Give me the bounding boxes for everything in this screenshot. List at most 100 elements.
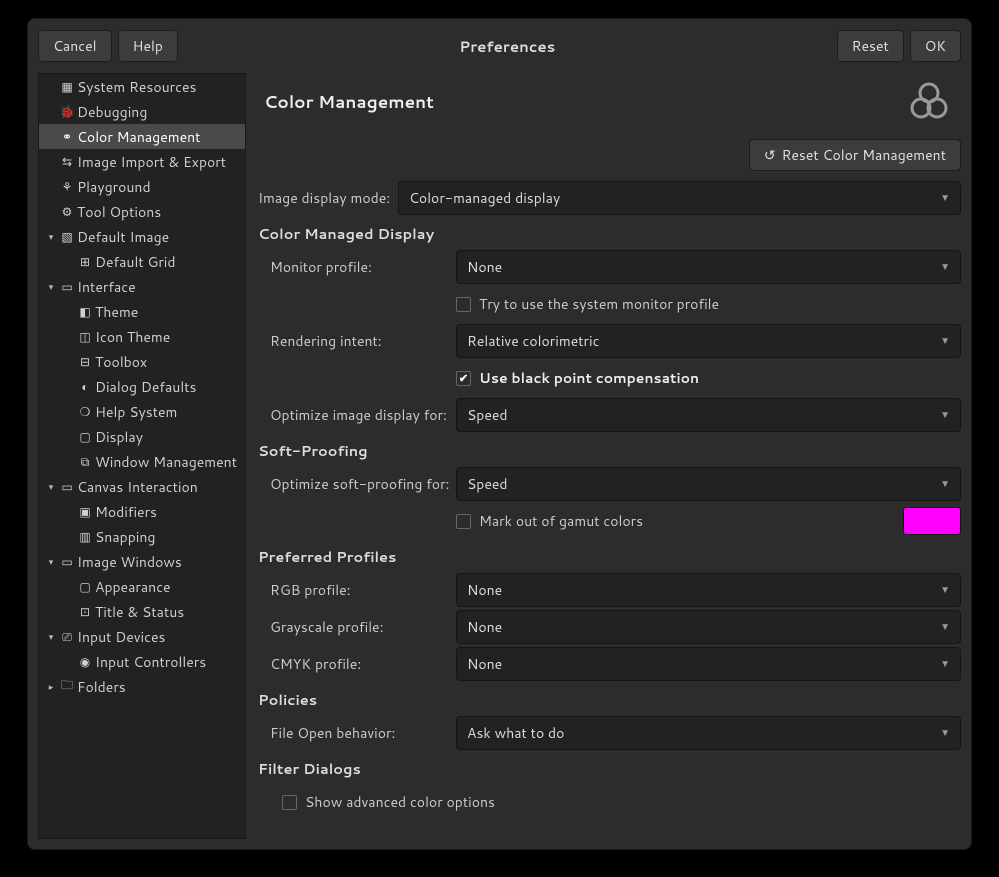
rgb-profile-value: None (467, 580, 502, 600)
sidebar-item-canvas-interaction[interactable]: ▾▭Canvas Interaction (39, 474, 245, 499)
image-display-mode-value: Color-managed display (409, 188, 560, 208)
reset-button[interactable]: Reset (837, 30, 904, 62)
main-panel: Color Management ↺ Reset Color Managemen… (258, 73, 961, 839)
sidebar-item-help-system[interactable]: ❍Help System (39, 399, 245, 424)
sidebar-item-label: Title & Status (95, 602, 184, 622)
sidebar-item-playground[interactable]: ⚘Playground (39, 174, 245, 199)
sidebar-item-interface[interactable]: ▾▭Interface (39, 274, 245, 299)
sidebar-item-dialog-defaults[interactable]: ◐Dialog Defaults (39, 374, 245, 399)
tree-item-icon: ⧉ (77, 453, 93, 470)
optimize-display-value: Speed (467, 405, 508, 425)
chevron-down-icon: ▼ (940, 620, 950, 634)
gray-profile-select[interactable]: None ▼ (456, 610, 961, 644)
expand-icon[interactable]: ▸ (43, 680, 59, 693)
show-advanced-row: Show advanced color options (258, 785, 961, 819)
monitor-profile-label: Monitor profile: (270, 257, 456, 277)
tree-item-icon: ▢ (77, 428, 93, 445)
sidebar-item-label: Default Grid (95, 252, 176, 272)
sidebar-item-default-image[interactable]: ▾▧Default Image (39, 224, 245, 249)
chevron-down-icon: ▼ (940, 408, 950, 422)
sidebar-item-image-windows[interactable]: ▾▭Image Windows (39, 549, 245, 574)
monitor-profile-select[interactable]: None ▼ (456, 250, 961, 284)
show-advanced-checkbox[interactable] (282, 795, 297, 810)
tree-item-icon: ⊡ (77, 603, 93, 620)
sidebar-item-label: Toolbox (95, 352, 147, 372)
tree-item-icon: ◐ (77, 378, 93, 395)
cmyk-profile-select[interactable]: None ▼ (456, 647, 961, 681)
sidebar-item-icon-theme[interactable]: ◫Icon Theme (39, 324, 245, 349)
help-button[interactable]: Help (118, 30, 178, 62)
file-open-label: File Open behavior: (270, 723, 456, 743)
sidebar-item-label: Canvas Interaction (77, 477, 198, 497)
collapse-icon[interactable]: ▾ (43, 230, 59, 243)
sidebar-item-input-controllers[interactable]: ◉Input Controllers (39, 649, 245, 674)
tree-item-icon: ▥ (77, 528, 93, 545)
sidebar-item-title-status[interactable]: ⊡Title & Status (39, 599, 245, 624)
mark-gamut-checkbox[interactable] (456, 514, 471, 529)
sidebar-item-system-resources[interactable]: ▦System Resources (39, 74, 245, 99)
collapse-icon[interactable]: ▾ (43, 280, 59, 293)
rgb-profile-select[interactable]: None ▼ (456, 573, 961, 607)
tree-item-icon: ⚘ (59, 178, 75, 195)
sidebar-item-input-devices[interactable]: ▾⎚Input Devices (39, 624, 245, 649)
sidebar-item-snapping[interactable]: ▥Snapping (39, 524, 245, 549)
sidebar[interactable]: ▦System Resources🐞Debugging⚭Color Manage… (38, 73, 246, 839)
tree-item-icon: 🐞 (59, 103, 75, 120)
chevron-down-icon: ▼ (940, 334, 950, 348)
tree-item-icon: ▧ (59, 228, 75, 245)
try-system-profile-row: Try to use the system monitor profile (258, 287, 961, 321)
sidebar-item-display[interactable]: ▢Display (39, 424, 245, 449)
black-point-checkbox[interactable] (456, 371, 471, 386)
sidebar-item-theme[interactable]: ◧Theme (39, 299, 245, 324)
try-system-profile-checkbox[interactable] (456, 297, 471, 312)
sidebar-item-toolbox[interactable]: ⊟Toolbox (39, 349, 245, 374)
optimize-soft-select[interactable]: Speed ▼ (456, 467, 961, 501)
tree-item-icon: ❍ (77, 403, 93, 420)
rgb-profile-row: RGB profile: None ▼ (258, 573, 961, 607)
sidebar-item-debugging[interactable]: 🐞Debugging (39, 99, 245, 124)
sidebar-item-modifiers[interactable]: ▣Modifiers (39, 499, 245, 524)
sidebar-item-default-grid[interactable]: ⊞Default Grid (39, 249, 245, 274)
gray-profile-row: Grayscale profile: None ▼ (258, 610, 961, 644)
tree-item-icon: ▣ (77, 503, 93, 520)
chevron-down-icon: ▼ (940, 260, 950, 274)
file-open-row: File Open behavior: Ask what to do ▼ (258, 716, 961, 750)
tree-item-icon: 🗀 (59, 676, 75, 697)
sidebar-item-label: Color Management (77, 127, 200, 147)
content: ▦System Resources🐞Debugging⚭Color Manage… (28, 73, 971, 849)
sidebar-item-label: Window Management (95, 452, 237, 472)
optimize-display-row: Optimize image display for: Speed ▼ (258, 398, 961, 432)
collapse-icon[interactable]: ▾ (43, 630, 59, 643)
collapse-icon[interactable]: ▾ (43, 555, 59, 568)
sidebar-item-label: Default Image (77, 227, 169, 247)
mark-gamut-row: Mark out of gamut colors (258, 504, 961, 538)
page-title: Color Management (264, 90, 905, 114)
optimize-display-select[interactable]: Speed ▼ (456, 398, 961, 432)
sidebar-item-window-management[interactable]: ⧉Window Management (39, 449, 245, 474)
rgb-profile-label: RGB profile: (270, 580, 456, 600)
ok-button[interactable]: OK (910, 30, 961, 62)
image-display-mode-select[interactable]: Color-managed display ▼ (398, 181, 961, 215)
sidebar-item-color-management[interactable]: ⚭Color Management (39, 124, 245, 149)
gray-profile-value: None (467, 617, 502, 637)
tree-item-icon: ▢ (77, 578, 93, 595)
file-open-select[interactable]: Ask what to do ▼ (456, 716, 961, 750)
rendering-intent-value: Relative colorimetric (467, 331, 599, 351)
page-header: Color Management (258, 73, 961, 131)
image-display-mode-row: Image display mode: Color-managed displa… (258, 181, 961, 215)
tree-item-icon: ⊟ (77, 353, 93, 370)
gamut-color-swatch[interactable] (903, 507, 961, 535)
collapse-icon[interactable]: ▾ (43, 480, 59, 493)
sidebar-item-appearance[interactable]: ▢Appearance (39, 574, 245, 599)
monitor-profile-value: None (467, 257, 502, 277)
tree-item-icon: ⚭ (59, 128, 75, 145)
sidebar-item-image-import-export[interactable]: ⇆Image Import & Export (39, 149, 245, 174)
sidebar-item-tool-options[interactable]: ⚙Tool Options (39, 199, 245, 224)
cancel-button[interactable]: Cancel (38, 30, 112, 62)
tree-item-icon: ⇆ (59, 153, 75, 170)
rendering-intent-select[interactable]: Relative colorimetric ▼ (456, 324, 961, 358)
black-point-row: Use black point compensation (258, 361, 961, 395)
sidebar-item-folders[interactable]: ▸🗀Folders (39, 674, 245, 699)
monitor-profile-row: Monitor profile: None ▼ (258, 250, 961, 284)
reset-color-management-button[interactable]: ↺ Reset Color Management (749, 139, 961, 171)
